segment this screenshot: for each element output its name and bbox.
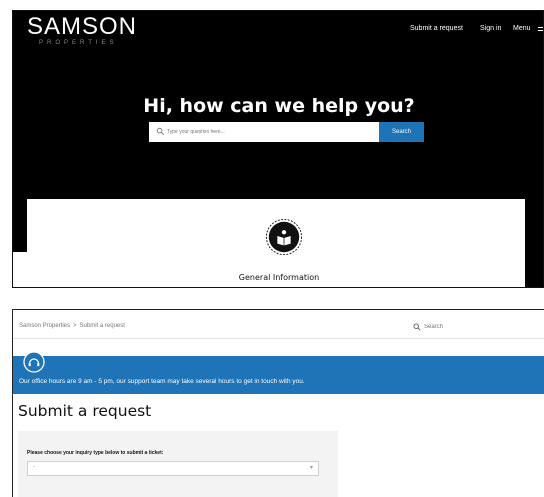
chevron-down-icon: ▾: [310, 465, 314, 471]
search-icon: [156, 127, 165, 136]
inquiry-type-value: -: [33, 464, 35, 470]
submit-request-panel: Samson Properties>Submit a request Our o…: [12, 309, 544, 497]
help-center-home-panel: SAMSON PROPERTIES Submit a request Sign …: [12, 10, 544, 288]
breadcrumb-home[interactable]: Samson Properties: [19, 323, 70, 329]
breadcrumb: Samson Properties > Submit a request: [19, 323, 125, 329]
book-icon: [265, 218, 303, 256]
hero-edge-left: [13, 216, 27, 252]
hero-search-input[interactable]: [167, 126, 367, 138]
category-label[interactable]: General Information: [13, 273, 543, 282]
headset-icon: [23, 351, 45, 373]
hero-search-button[interactable]: Search: [379, 122, 424, 142]
inquiry-type-select[interactable]: - ▾: [27, 461, 319, 476]
hamburger-menu-icon[interactable]: [538, 27, 543, 33]
hero-search-box[interactable]: [149, 122, 379, 142]
search-icon: [413, 323, 421, 331]
header-divider: [13, 338, 544, 339]
nav-sign-in[interactable]: Sign in: [480, 25, 501, 32]
office-hours-text: Our office hours are 9 am - 5 pm, our su…: [19, 378, 305, 385]
hero-title: Hi, how can we help you?: [143, 95, 415, 117]
brand-tagline: PROPERTIES: [39, 40, 118, 46]
header-search-input[interactable]: [424, 322, 534, 332]
header-search[interactable]: [411, 320, 544, 334]
breadcrumb-separator: >: [73, 323, 77, 329]
office-hours-banner: [13, 356, 544, 394]
breadcrumb-current[interactable]: Submit a request: [80, 323, 125, 329]
inquiry-type-label: Please choose your inquiry type below to…: [27, 450, 164, 456]
nav-menu[interactable]: Menu: [513, 25, 531, 32]
nav-submit-request[interactable]: Submit a request: [410, 25, 463, 32]
brand-logo[interactable]: SAMSON: [27, 13, 137, 41]
page-title: Submit a request: [18, 402, 152, 420]
